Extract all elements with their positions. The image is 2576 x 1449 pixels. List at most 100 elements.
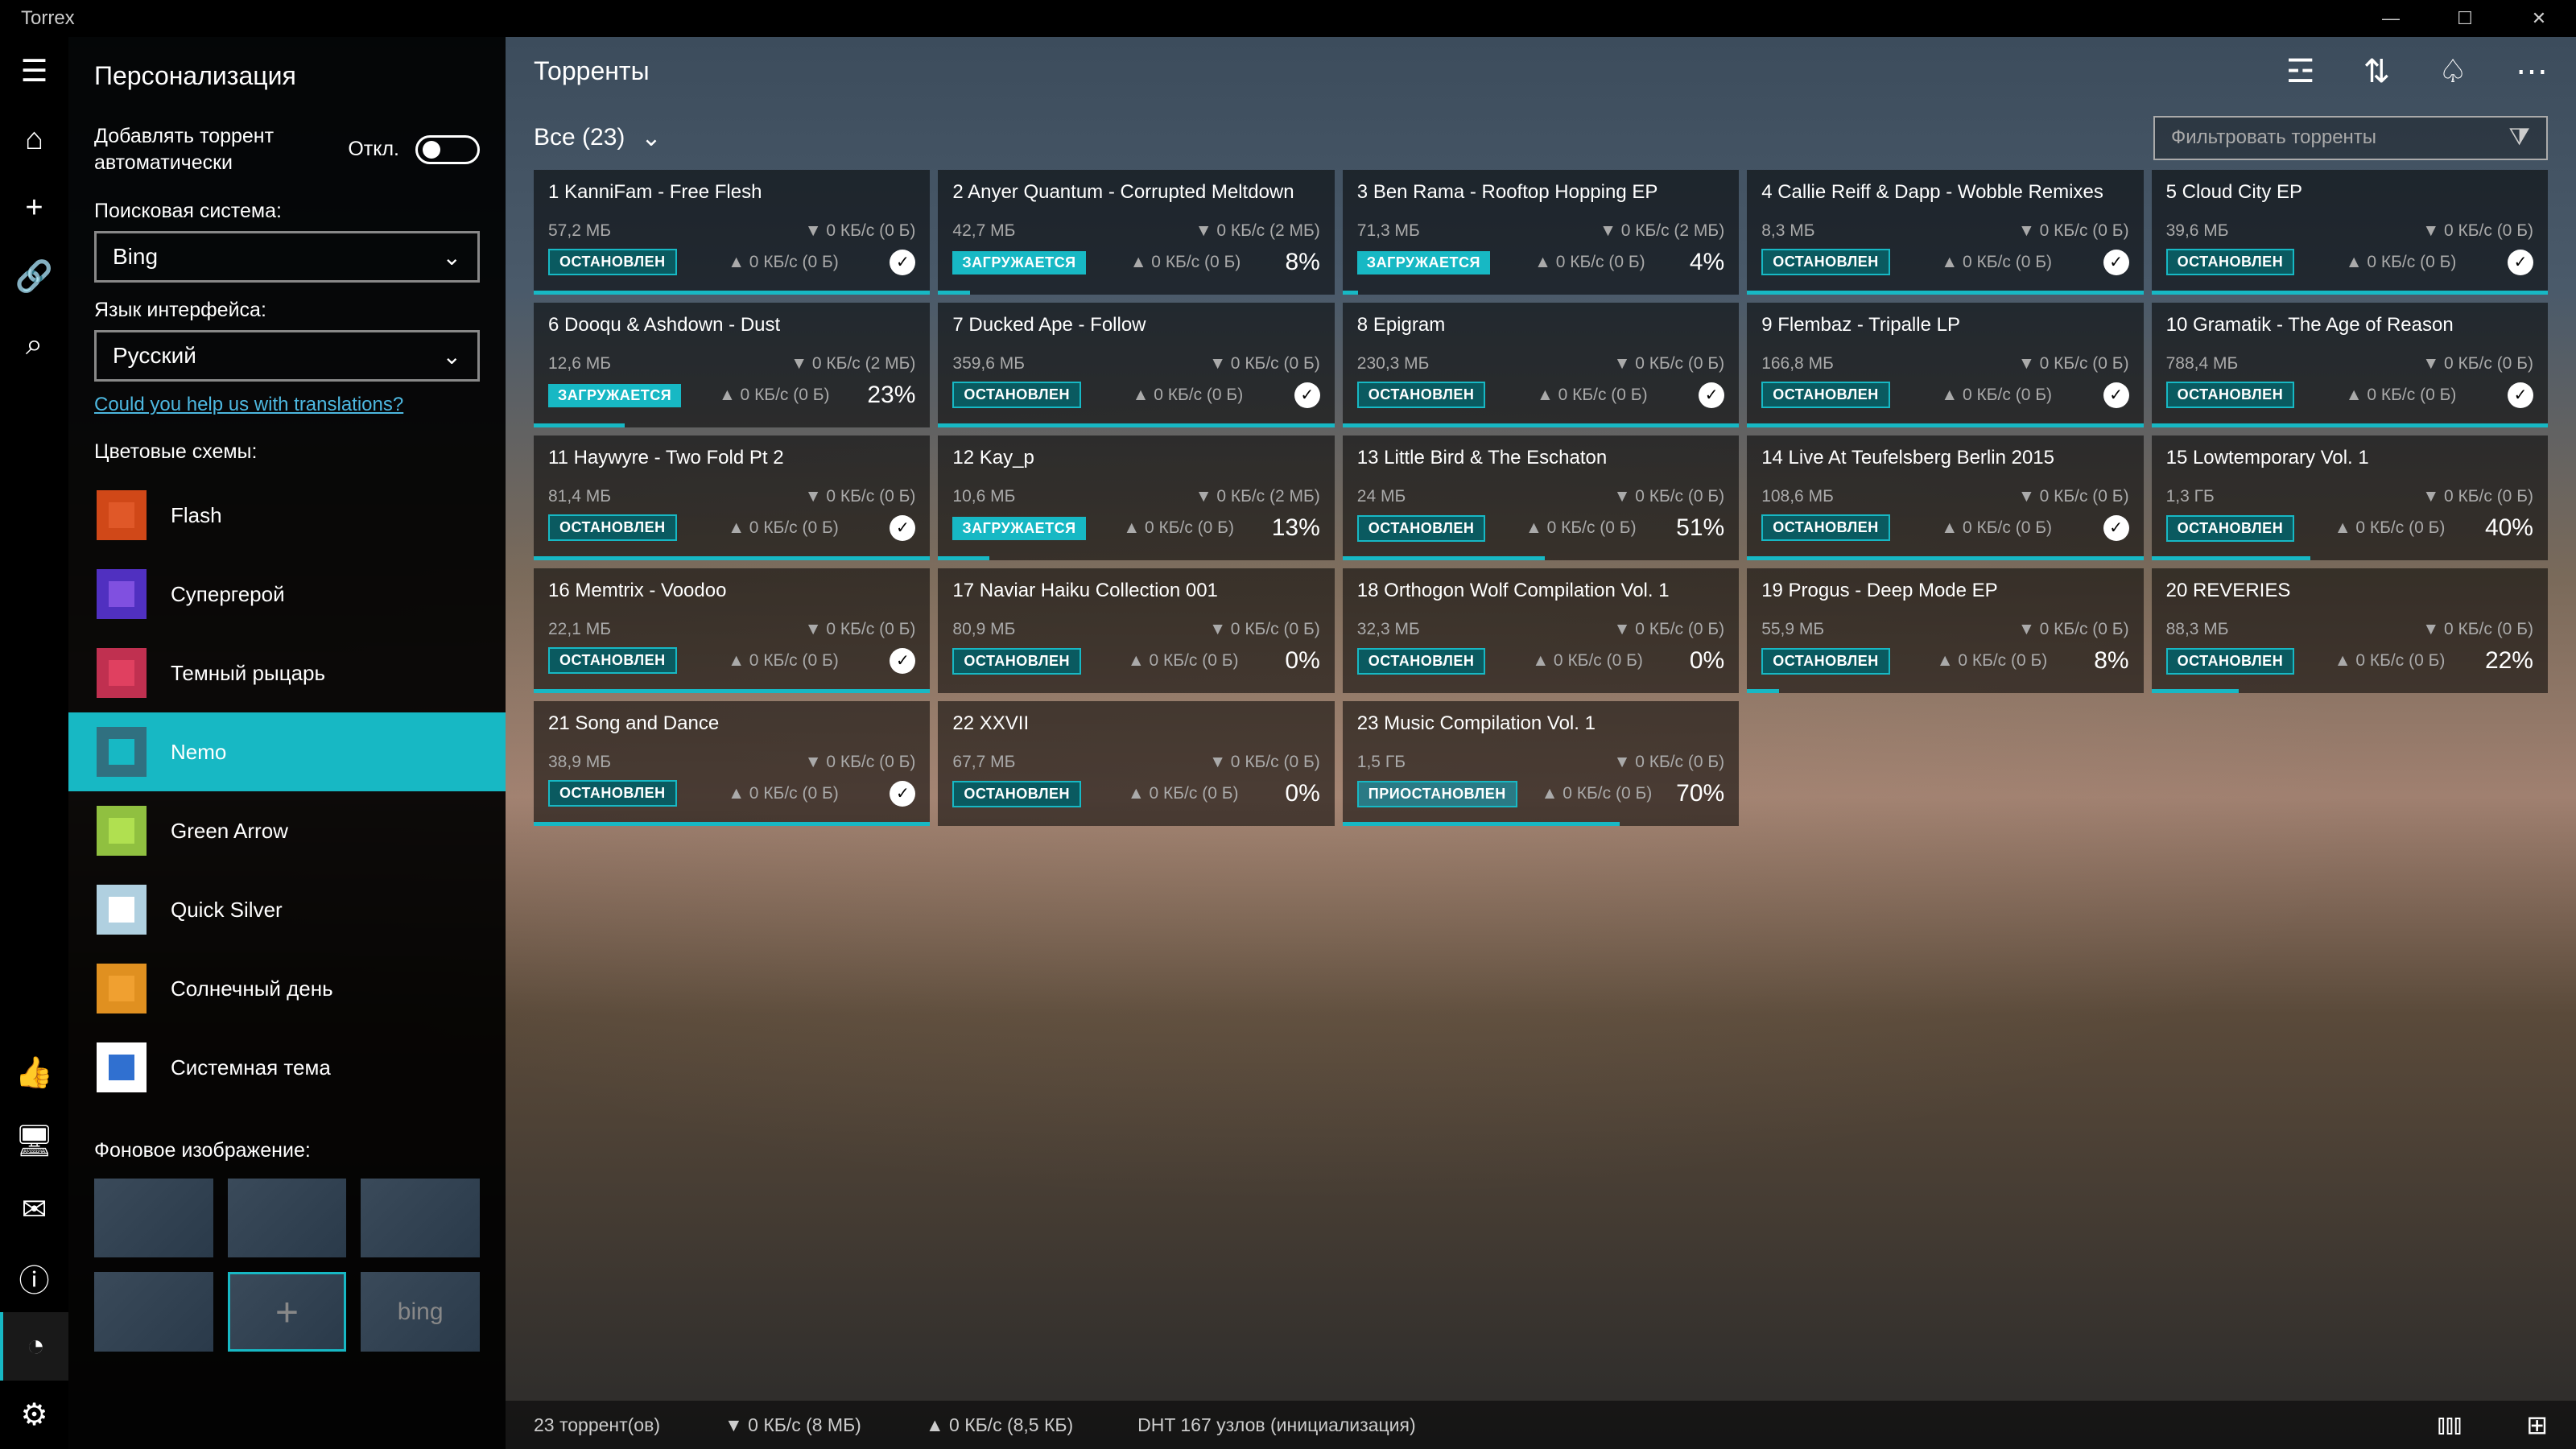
chevron-down-icon: ⌄: [641, 124, 661, 152]
maximize-button[interactable]: ☐: [2428, 0, 2502, 37]
torrent-up-speed: ▲ 0 КБ/с (0 Б): [1542, 784, 1653, 803]
torrent-card[interactable]: 20 REVERIES 88,3 МБ ▼ 0 КБ/с (0 Б) ОСТАН…: [2152, 568, 2548, 693]
schemes-label: Цветовые схемы:: [94, 440, 480, 464]
torrent-percent: 0%: [1690, 647, 1724, 675]
bg-thumb-3[interactable]: [361, 1179, 480, 1257]
torrent-card[interactable]: 5 Cloud City EP 39,6 МБ ▼ 0 КБ/с (0 Б) О…: [2152, 170, 2548, 295]
torrent-card[interactable]: 17 Naviar Haiku Collection 001 80,9 МБ ▼…: [938, 568, 1334, 693]
torrent-card[interactable]: 7 Ducked Ape - Follow 359,6 МБ ▼ 0 КБ/с …: [938, 303, 1334, 427]
torrent-card[interactable]: 9 Flembaz - Tripalle LP 166,8 МБ ▼ 0 КБ/…: [1747, 303, 2143, 427]
sort-icon[interactable]: ⇅: [2363, 53, 2391, 90]
torrent-size: 788,4 МБ: [2166, 354, 2239, 374]
bg-thumbnails: + bing: [94, 1179, 480, 1352]
torrent-size: 1,5 ГБ: [1357, 753, 1406, 772]
torrent-status-badge: ОСТАНОВЛЕН: [548, 780, 677, 807]
torrent-up-speed: ▲ 0 КБ/с (0 Б): [728, 518, 839, 538]
bg-thumb-bing[interactable]: bing: [361, 1272, 480, 1351]
auto-add-label: Добавлять торрент автоматически: [94, 123, 320, 175]
scheme-item-0[interactable]: Flash: [68, 476, 506, 555]
scheme-item-5[interactable]: Quick Silver: [68, 870, 506, 949]
torrent-card[interactable]: 22 XXVII 67,7 МБ ▼ 0 КБ/с (0 Б) ОСТАНОВЛ…: [938, 701, 1334, 826]
home-icon[interactable]: ⌂: [0, 105, 68, 174]
more-icon[interactable]: ⋯: [2516, 53, 2548, 90]
torrent-size: 1,3 ГБ: [2166, 487, 2215, 506]
torrent-card[interactable]: 19 Progus - Deep Mode EP 55,9 МБ ▼ 0 КБ/…: [1747, 568, 2143, 693]
torrent-card[interactable]: 8 Epigram 230,3 МБ ▼ 0 КБ/с (0 Б) ОСТАНО…: [1343, 303, 1739, 427]
torrent-card[interactable]: 23 Music Compilation Vol. 1 1,5 ГБ ▼ 0 К…: [1343, 701, 1739, 826]
add-icon[interactable]: +: [0, 174, 68, 242]
torrent-card[interactable]: 4 Callie Reiff & Dapp - Wobble Remixes 8…: [1747, 170, 2143, 295]
torrent-card[interactable]: 13 Little Bird & The Eschaton 24 МБ ▼ 0 …: [1343, 436, 1739, 560]
torrent-down-speed: ▼ 0 КБ/с (0 Б): [1614, 620, 1725, 639]
status-bar: 23 торрент(ов) ▼ 0 КБ/с (8 МБ) ▲ 0 КБ/с …: [506, 1401, 2576, 1449]
device-icon[interactable]: 🖥: [0, 1107, 68, 1175]
torrent-title: 8 Epigram: [1357, 314, 1724, 336]
scheme-item-4[interactable]: Green Arrow: [68, 791, 506, 870]
list-icon[interactable]: ☲: [2286, 53, 2315, 90]
torrent-title: 17 Naviar Haiku Collection 001: [952, 580, 1319, 602]
settings-icon[interactable]: ⚙: [0, 1381, 68, 1449]
info-icon[interactable]: ⓘ: [0, 1244, 68, 1312]
mail-icon[interactable]: ✉: [0, 1175, 68, 1244]
auto-add-toggle[interactable]: [415, 135, 480, 164]
torrent-card[interactable]: 21 Song and Dance 38,9 МБ ▼ 0 КБ/с (0 Б)…: [534, 701, 930, 826]
link-icon[interactable]: 🔗: [0, 242, 68, 311]
scheme-item-2[interactable]: Темный рыцарь: [68, 634, 506, 712]
language-select[interactable]: Русский ⌄: [94, 330, 480, 382]
complete-check-icon: ✓: [890, 648, 915, 674]
torrent-progress-bar: [1343, 423, 1739, 427]
torrent-progress-bar: [1343, 291, 1359, 295]
torrent-card[interactable]: 12 Kay_p 10,6 МБ ▼ 0 КБ/с (2 МБ) ЗАГРУЖА…: [938, 436, 1334, 560]
panel-title: Персонализация: [94, 61, 480, 91]
bg-thumb-4[interactable]: [94, 1272, 213, 1351]
torrent-status-badge: ОСТАНОВЛЕН: [548, 647, 677, 674]
torrent-card[interactable]: 2 Anyer Quantum - Corrupted Meltdown 42,…: [938, 170, 1334, 295]
torrent-card[interactable]: 1 KanniFam - Free Flesh 57,2 МБ ▼ 0 КБ/с…: [534, 170, 930, 295]
filter-dropdown[interactable]: Все (23) ⌄: [534, 124, 662, 152]
torrent-card[interactable]: 10 Gramatik - The Age of Reason 788,4 МБ…: [2152, 303, 2548, 427]
torrent-progress-bar: [2152, 689, 2239, 693]
torrent-card[interactable]: 15 Lowtemporary Vol. 1 1,3 ГБ ▼ 0 КБ/с (…: [2152, 436, 2548, 560]
close-button[interactable]: ✕: [2502, 0, 2576, 37]
bg-thumb-add[interactable]: +: [228, 1272, 347, 1351]
theme-icon[interactable]: ◔: [0, 1312, 68, 1381]
search-icon[interactable]: ⌕: [0, 311, 68, 379]
torrent-card[interactable]: 6 Dooqu & Ashdown - Dust 12,6 МБ ▼ 0 КБ/…: [534, 303, 930, 427]
torrent-card[interactable]: 14 Live At Teufelsberg Berlin 2015 108,6…: [1747, 436, 2143, 560]
torrent-card[interactable]: 3 Ben Rama - Rooftop Hopping EP 71,3 МБ …: [1343, 170, 1739, 295]
scheme-item-1[interactable]: Супергерой: [68, 555, 506, 634]
torrent-title: 3 Ben Rama - Rooftop Hopping EP: [1357, 181, 1724, 204]
torrent-card[interactable]: 18 Orthogon Wolf Compilation Vol. 1 32,3…: [1343, 568, 1739, 693]
like-icon[interactable]: 👍: [0, 1038, 68, 1107]
bg-thumb-2[interactable]: [228, 1179, 347, 1257]
torrent-percent: 0%: [1285, 780, 1319, 807]
scheme-item-6[interactable]: Солнечный день: [68, 949, 506, 1028]
torrent-progress-bar: [938, 423, 1334, 427]
notification-icon[interactable]: ♤: [2438, 53, 2467, 90]
complete-check-icon: ✓: [2103, 515, 2129, 541]
torrent-card[interactable]: 16 Memtrix - Voodoo 22,1 МБ ▼ 0 КБ/с (0 …: [534, 568, 930, 693]
bg-thumb-1[interactable]: [94, 1179, 213, 1257]
hamburger-icon[interactable]: ☰: [0, 37, 68, 105]
search-engine-select[interactable]: Bing ⌄: [94, 231, 480, 283]
torrent-percent: 8%: [2094, 647, 2128, 675]
torrent-up-speed: ▲ 0 КБ/с (0 Б): [1532, 651, 1643, 671]
scheme-item-7[interactable]: Системная тема: [68, 1028, 506, 1107]
search-engine-label: Поисковая система:: [94, 200, 480, 223]
signal-icon[interactable]: ⫾⫾⫾: [2437, 1410, 2462, 1440]
torrent-percent: 8%: [1285, 249, 1319, 276]
complete-check-icon: ✓: [890, 515, 915, 541]
grid-view-icon[interactable]: ⊞: [2526, 1410, 2548, 1440]
torrent-card[interactable]: 11 Haywyre - Two Fold Pt 2 81,4 МБ ▼ 0 К…: [534, 436, 930, 560]
torrent-size: 12,6 МБ: [548, 354, 611, 374]
torrent-up-speed: ▲ 0 КБ/с (0 Б): [2346, 386, 2457, 405]
filter-search-input[interactable]: [2171, 126, 2508, 149]
torrent-up-speed: ▲ 0 КБ/с (0 Б): [728, 651, 839, 671]
scheme-item-3[interactable]: Nemo: [68, 712, 506, 791]
filter-icon[interactable]: ⧩: [2508, 124, 2530, 151]
torrent-title: 15 Lowtemporary Vol. 1: [2166, 447, 2533, 469]
minimize-button[interactable]: —: [2354, 0, 2428, 37]
torrent-down-speed: ▼ 0 КБ/с (0 Б): [1614, 487, 1725, 506]
translation-help-link[interactable]: Could you help us with translations?: [94, 394, 480, 416]
torrent-up-speed: ▲ 0 КБ/с (0 Б): [2346, 253, 2457, 272]
